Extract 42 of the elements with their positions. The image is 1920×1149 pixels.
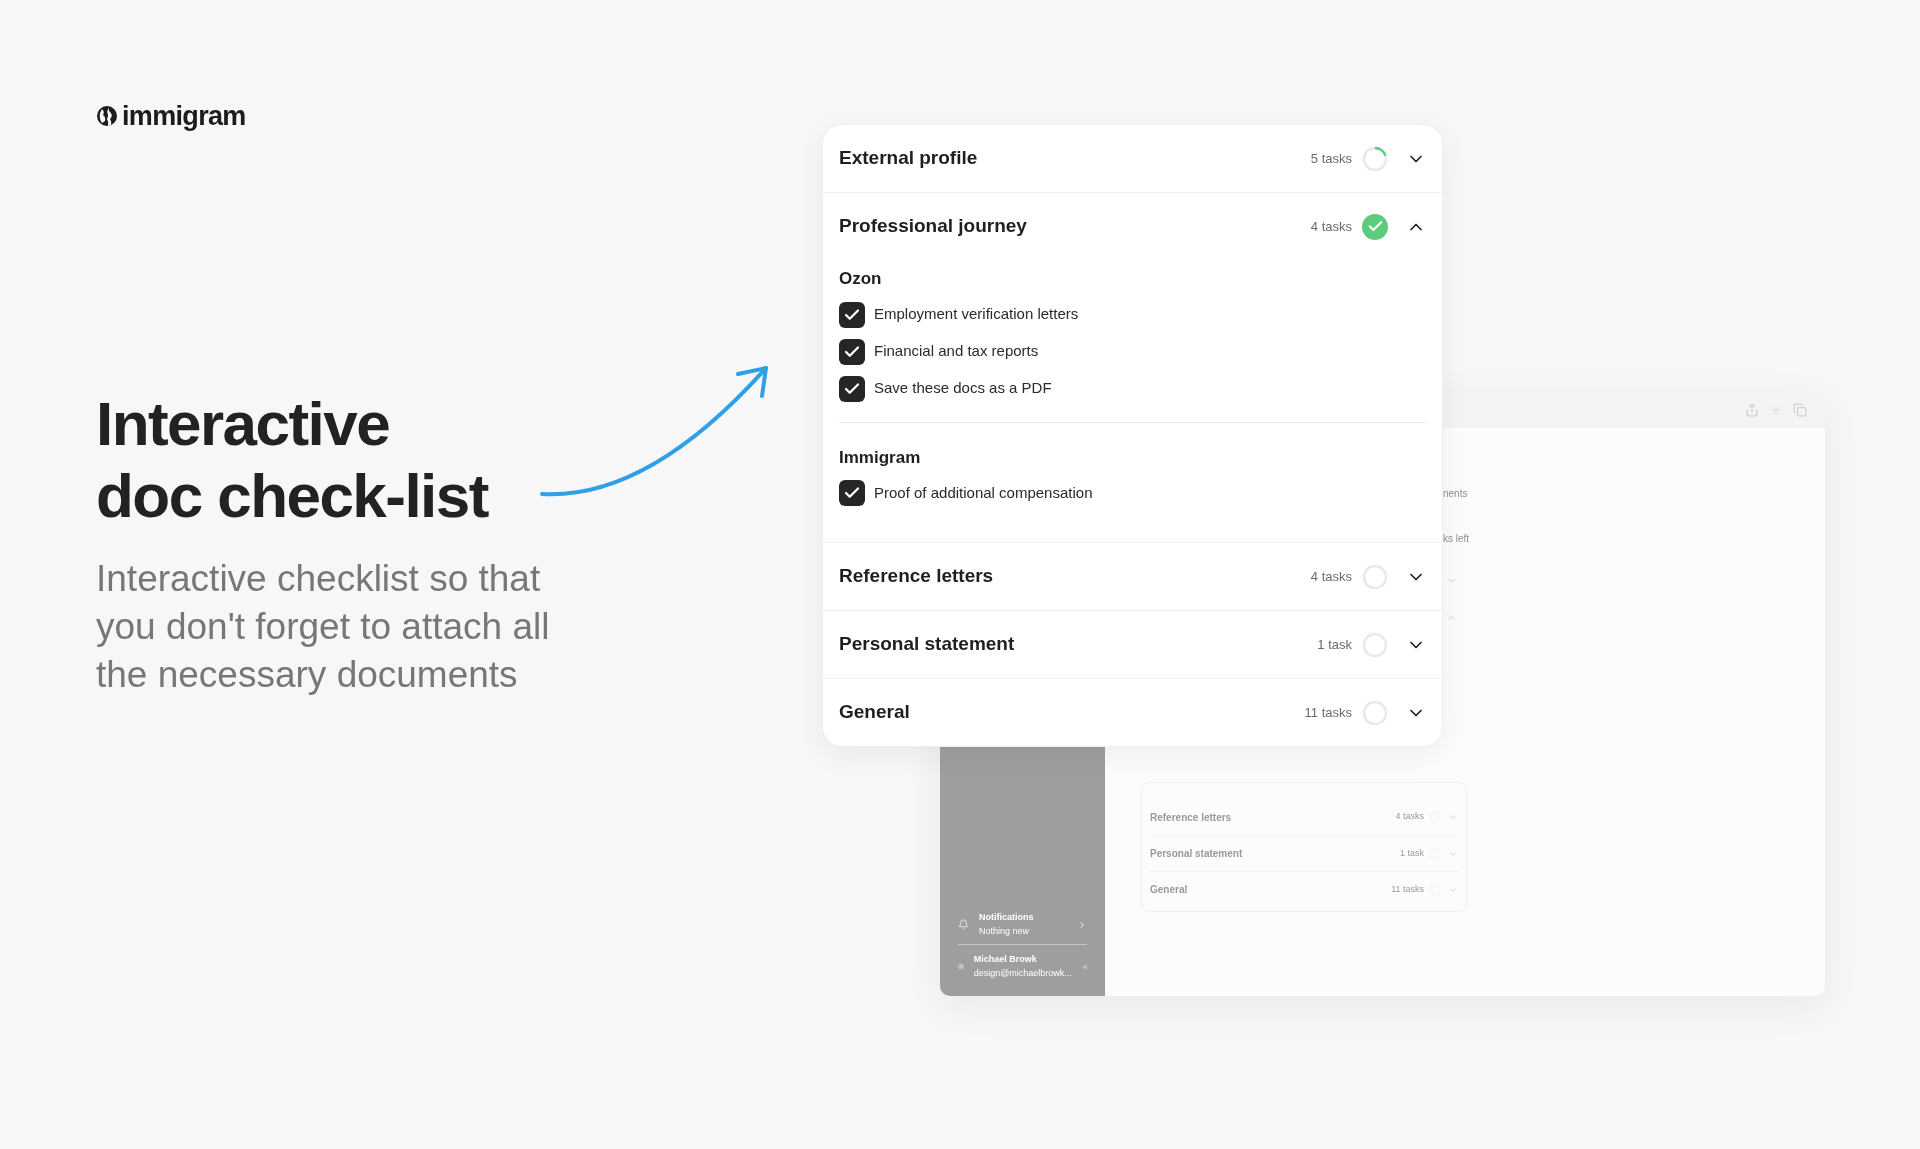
group-title: Immigram [839, 446, 922, 469]
partial-text: ks left [1443, 532, 1470, 546]
task-count: 4 tasks [1395, 810, 1424, 824]
task-count: 4 tasks [1310, 217, 1352, 236]
partial-text: nents [1443, 487, 1468, 501]
task-label: Proof of additional compensation [874, 482, 1093, 503]
share-icon[interactable] [1745, 403, 1759, 417]
section-title[interactable]: General [839, 698, 1305, 727]
checkbox[interactable] [839, 375, 865, 402]
globe-logo-icon [96, 105, 118, 128]
bell-icon [958, 919, 969, 930]
user-icon [958, 961, 964, 972]
progress-ring [1362, 563, 1388, 590]
progress-ring [1362, 145, 1388, 172]
task-label: Save these docs as a PDF [874, 378, 1052, 399]
headline: Interactive doc check-list [96, 388, 490, 532]
checkbox[interactable] [839, 301, 865, 328]
checkbox[interactable] [839, 480, 865, 506]
task-count: 5 tasks [1310, 149, 1352, 168]
progress-ring [1362, 631, 1388, 658]
chevron-right-icon[interactable] [1077, 919, 1087, 930]
task-count: 11 tasks [1391, 882, 1424, 896]
section-title[interactable]: Professional journey [839, 212, 1311, 241]
progress-ring [1362, 699, 1388, 726]
task-count: 11 tasks [1304, 703, 1352, 722]
checkbox[interactable] [839, 338, 865, 365]
section-title[interactable]: Reference letters [839, 562, 1311, 591]
task-label: Employment verification letters [874, 304, 1079, 325]
task-count: 4 tasks [1310, 567, 1352, 586]
subtitle: Interactive checklist so that you don't forget to attach all the necessary documents [96, 557, 551, 697]
user-name: Michael Browk [973, 953, 1038, 966]
notifications-subtitle: Nothing new [979, 924, 1031, 938]
task-count: 1 task [1400, 846, 1424, 860]
group-title: Ozon [839, 268, 883, 290]
copy-icon[interactable] [1793, 403, 1807, 417]
section-title[interactable]: Personal statement [839, 630, 1318, 659]
section-title[interactable]: External profile [839, 144, 1311, 173]
task-count: 1 task [1317, 635, 1352, 654]
task-label: Financial and tax reports [874, 341, 1039, 362]
user-email: design@michaelbrowk... [973, 966, 1072, 980]
logout-icon[interactable] [1081, 961, 1087, 972]
brand-name: immigram [122, 100, 246, 133]
